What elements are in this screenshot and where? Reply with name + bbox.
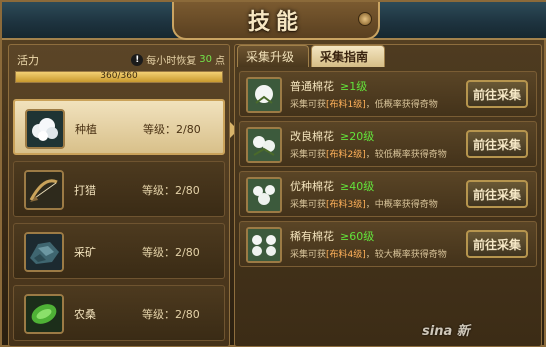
go-gather-button[interactable]: 前往采集	[466, 80, 528, 108]
cotton-icon	[246, 77, 282, 113]
gather-item-rare-cotton: 稀有棉花 ≥60级 采集可获[布料4级]，较大概率获得奇物 前往采集	[239, 221, 537, 267]
ornament-knob-right	[358, 12, 372, 26]
skill-item-planting[interactable]: 种植 等级：2/80	[13, 99, 225, 155]
title-plate: 技能	[172, 2, 380, 40]
gather-name: 普通棉花 ≥1级	[290, 80, 368, 93]
cotton-icon	[246, 177, 282, 213]
energy-hint: ! 每小时恢复 30 点	[131, 52, 225, 67]
skill-item-sericulture[interactable]: 农桑 等级：2/80	[13, 285, 225, 341]
gather-desc: 采集可获[布料4级]，较大概率获得奇物	[290, 250, 447, 260]
window-title: 技能	[247, 10, 304, 35]
gather-item-improved-cotton: 改良棉花 ≥20级 采集可获[布料2级]，较低概率获得奇物 前往采集	[239, 121, 537, 167]
tab-gather-upgrade[interactable]: 采集升级	[237, 45, 309, 67]
cotton-seed-icon	[25, 109, 65, 149]
gather-name: 稀有棉花 ≥60级	[290, 230, 375, 243]
gather-desc: 采集可获[布料2级]，较低概率获得奇物	[290, 150, 447, 160]
energy-label: 活力	[17, 54, 39, 67]
skill-name: 打猎	[74, 184, 96, 197]
skill-item-mining[interactable]: 采矿 等级：2/80	[13, 223, 225, 279]
gather-name: 优种棉花 ≥40级	[290, 180, 375, 193]
skill-level: 等级：2/80	[142, 184, 200, 197]
gather-name: 改良棉花 ≥20级	[290, 130, 375, 143]
skill-list-panel: 活力 ! 每小时恢复 30 点 360/360 种植 等级：2/80 打猎 等级：2…	[8, 44, 230, 347]
hunting-bow-icon	[24, 170, 64, 210]
leaf-icon	[24, 294, 64, 334]
energy-row: 活力 ! 每小时恢复 30 点	[15, 51, 225, 67]
skill-name: 农桑	[74, 308, 96, 321]
skill-level: 等级：2/80	[143, 123, 201, 136]
watermark: sina 新	[422, 324, 470, 339]
go-gather-button[interactable]: 前往采集	[466, 230, 528, 258]
tab-gather-guide[interactable]: 采集指南	[311, 45, 385, 67]
gather-desc: 采集可获[布料1级]，低概率获得奇物	[290, 100, 438, 110]
gather-panel: 采集升级 采集指南 普通棉花 ≥1级 采集可获[布料1级]，低概率获得奇物 前往采…	[234, 44, 542, 347]
title-bar: 技能	[2, 2, 546, 40]
cotton-icon	[246, 127, 282, 163]
energy-hint-prefix: 每小时恢复	[146, 56, 197, 67]
gather-item-fine-cotton: 优种棉花 ≥40级 采集可获[布料3级]，中概率获得奇物 前往采集	[239, 171, 537, 217]
skill-level: 等级：2/80	[142, 308, 200, 321]
skill-name: 种植	[75, 123, 97, 136]
skill-item-hunting[interactable]: 打猎 等级：2/80	[13, 161, 225, 217]
gather-item-common-cotton: 普通棉花 ≥1级 采集可获[布料1级]，低概率获得奇物 前往采集	[239, 71, 537, 117]
energy-hint-value: 30	[199, 54, 212, 65]
skills-window: 技能 活力 ! 每小时恢复 30 点 360/360 种植 等级：2/80 打猎…	[0, 0, 546, 347]
energy-bar: 360/360	[15, 71, 223, 83]
exclamation-icon: !	[131, 53, 144, 66]
energy-value: 360/360	[100, 71, 138, 81]
energy-hint-suffix: 点	[215, 56, 225, 67]
go-gather-button[interactable]: 前往采集	[466, 180, 528, 208]
skill-level: 等级：2/80	[142, 246, 200, 259]
skill-name: 采矿	[74, 246, 96, 259]
cotton-icon	[246, 227, 282, 263]
go-gather-button[interactable]: 前往采集	[466, 130, 528, 158]
ore-icon	[24, 232, 64, 272]
gather-desc: 采集可获[布料3级]，中概率获得奇物	[290, 200, 438, 210]
